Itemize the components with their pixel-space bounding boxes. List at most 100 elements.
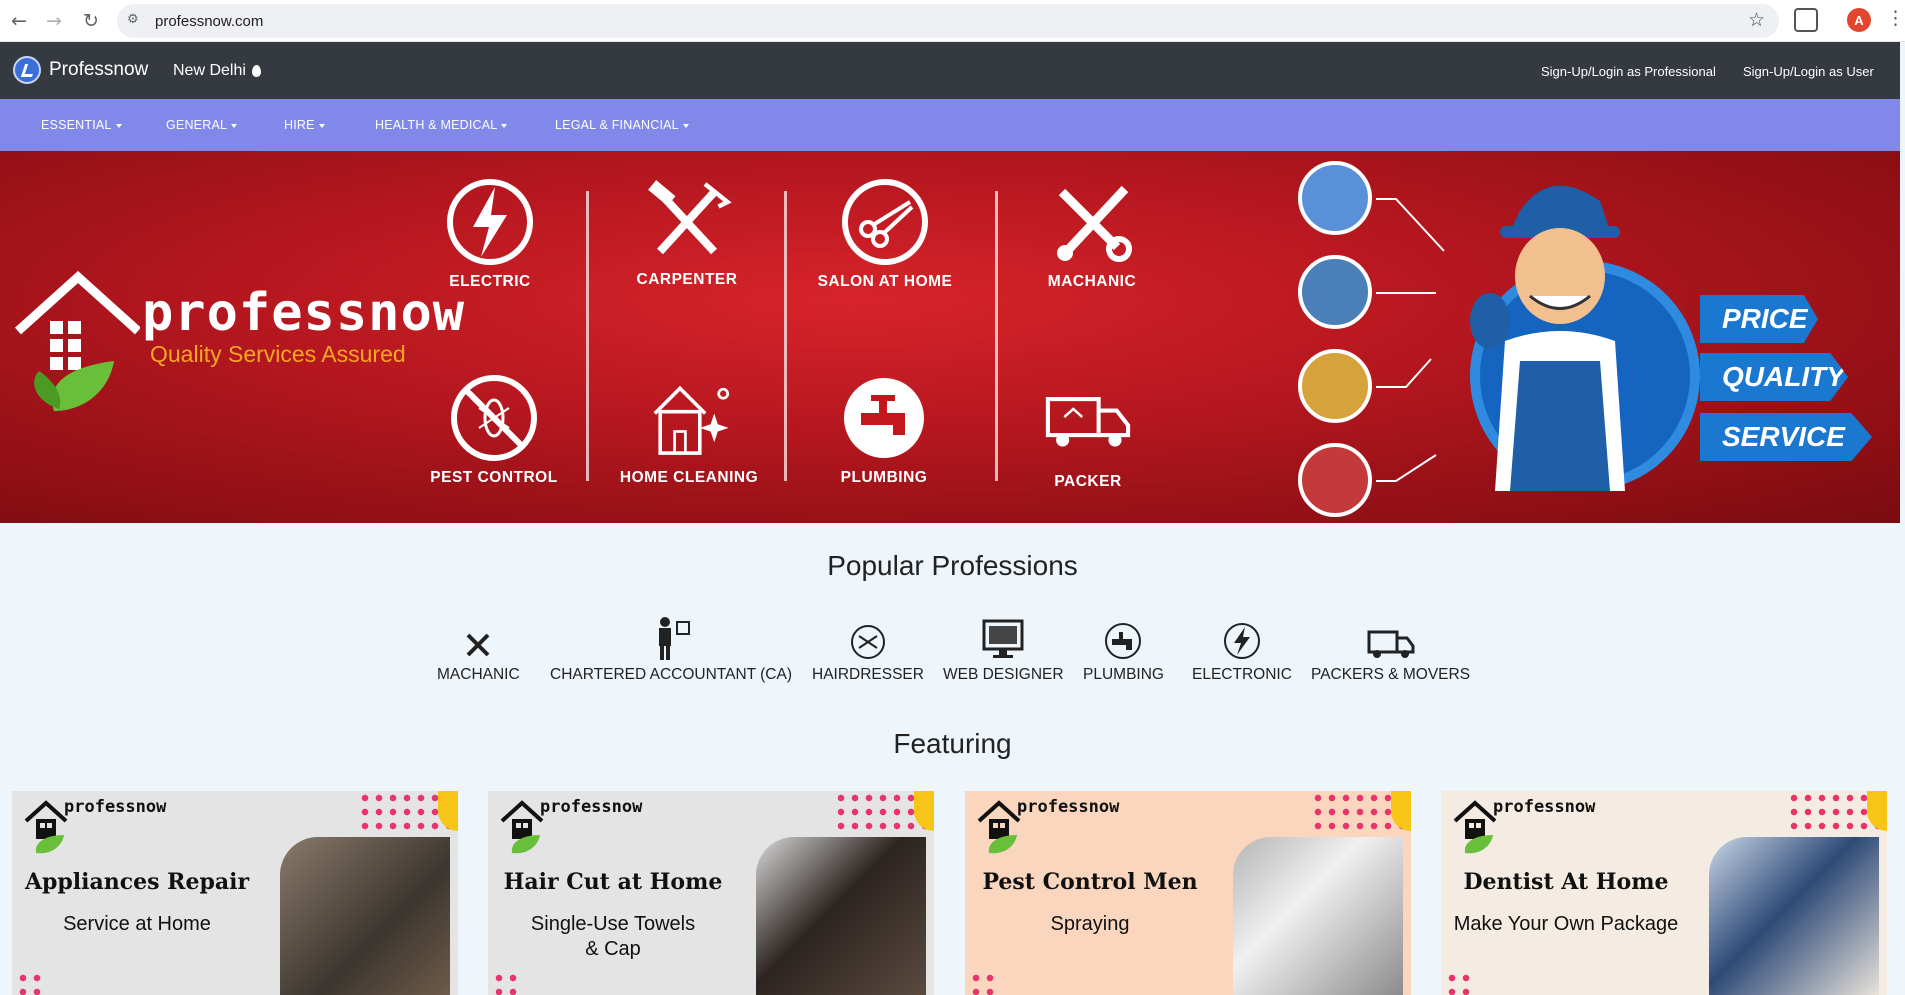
card-brand: professnow bbox=[64, 797, 167, 817]
service-label: CARPENTER bbox=[636, 271, 738, 288]
worker-avatar bbox=[1298, 349, 1372, 423]
bookmark-star-icon[interactable]: ☆ bbox=[1748, 9, 1765, 31]
feature-card-pest-control[interactable]: professnow Pest Control Men Spraying bbox=[965, 791, 1411, 995]
card-brand: professnow bbox=[1017, 797, 1120, 817]
nav-label: HIRE bbox=[284, 118, 315, 132]
divider bbox=[784, 191, 787, 481]
tap-icon bbox=[844, 378, 924, 458]
profession-label: CHARTERED ACCOUNTANT (CA) bbox=[550, 666, 792, 683]
browser-menu-icon[interactable]: ⋮ bbox=[1886, 7, 1905, 29]
card-brand: professnow bbox=[1493, 797, 1596, 817]
worker-avatar bbox=[1298, 161, 1372, 235]
url-text[interactable]: professnow.com bbox=[155, 13, 263, 30]
city-label: New Delhi bbox=[173, 62, 246, 79]
service-label: PACKER bbox=[1054, 473, 1122, 490]
profession-packers-movers[interactable]: PACKERS & MOVERS bbox=[1311, 620, 1470, 684]
back-icon[interactable]: ← bbox=[6, 8, 32, 34]
nav-hire[interactable]: HIRE bbox=[284, 118, 325, 132]
card-title: Appliances Repair bbox=[24, 869, 250, 895]
card-subtitle: Make Your Own Package bbox=[1453, 913, 1679, 935]
profession-label: PLUMBING bbox=[1083, 666, 1164, 683]
card-title: Hair Cut at Home bbox=[503, 869, 723, 895]
site-brand[interactable]: Professnow bbox=[13, 56, 148, 84]
location-selector[interactable]: New Delhi bbox=[173, 62, 261, 80]
dot-pattern bbox=[492, 971, 522, 995]
card-photo bbox=[1709, 837, 1879, 995]
profession-label: PACKERS & MOVERS bbox=[1311, 666, 1471, 683]
reload-icon[interactable]: ↻ bbox=[78, 8, 104, 34]
feature-card-dentist[interactable]: professnow Dentist At Home Make Your Own… bbox=[1441, 791, 1887, 995]
nav-general[interactable]: GENERAL bbox=[166, 118, 238, 132]
popular-title: Popular Professions bbox=[827, 550, 1078, 581]
site-header: Professnow New Delhi Sign-Up/Login as Pr… bbox=[0, 42, 1900, 99]
hero-service-packer: PACKER bbox=[998, 377, 1178, 491]
monitor-icon bbox=[982, 619, 1024, 658]
hero-service-home-cleaning: HOME CLEANING bbox=[599, 373, 779, 487]
nav-label: GENERAL bbox=[166, 118, 228, 132]
hero-banner[interactable]: professnow Quality Services Assured ELEC… bbox=[0, 151, 1900, 523]
service-label: ELECTRIC bbox=[449, 273, 531, 290]
hero-service-pest-control: PEST CONTROL bbox=[404, 373, 584, 487]
truck-icon bbox=[1045, 397, 1131, 447]
service-label: SALON AT HOME bbox=[817, 273, 953, 290]
forward-icon[interactable]: → bbox=[41, 8, 67, 34]
badge-service: SERVICE bbox=[1700, 413, 1872, 461]
feature-card-appliances[interactable]: professnow Appliances Repair Service at … bbox=[12, 791, 458, 995]
badge-quality: QUALITY bbox=[1700, 353, 1848, 401]
profession-electronic[interactable]: ELECTRONIC bbox=[1192, 620, 1292, 684]
browser-toolbar: ← → ↻ ⚙ professnow.com ☆ A ⋮ bbox=[0, 0, 1905, 42]
scissors-icon bbox=[850, 625, 885, 659]
nav-label: ESSENTIAL bbox=[41, 118, 112, 132]
worker-avatar bbox=[1298, 443, 1372, 517]
hero-service-plumbing: PLUMBING bbox=[794, 373, 974, 487]
profession-web-designer[interactable]: WEB DESIGNER bbox=[943, 618, 1064, 684]
nav-label: LEGAL & FINANCIAL bbox=[555, 118, 679, 132]
featuring-title: Featuring bbox=[893, 728, 1012, 759]
card-photo bbox=[756, 837, 926, 995]
dot-pattern bbox=[16, 971, 46, 995]
mascot-icon bbox=[1470, 185, 1625, 491]
profession-label: MACHANIC bbox=[437, 666, 520, 683]
category-nav: ESSENTIAL GENERAL HIRE HEALTH & MEDICAL … bbox=[0, 99, 1900, 151]
caret-down-icon bbox=[318, 123, 325, 128]
accountant-icon bbox=[659, 617, 690, 660]
badge-price: PRICE bbox=[1700, 295, 1818, 343]
profile-avatar[interactable]: A bbox=[1847, 8, 1871, 32]
sparkle-house-icon bbox=[653, 385, 730, 455]
caret-down-icon bbox=[682, 123, 689, 128]
house-leaf-icon bbox=[14, 271, 140, 411]
card-brand: professnow bbox=[540, 797, 643, 817]
card-subtitle: Single-Use Towels & Cap bbox=[530, 913, 696, 960]
nav-legal-financial[interactable]: LEGAL & FINANCIAL bbox=[555, 118, 689, 132]
caret-down-icon bbox=[115, 123, 122, 128]
caret-down-icon bbox=[231, 123, 238, 128]
truck-icon bbox=[1367, 630, 1415, 658]
hammer-saw-icon bbox=[648, 180, 732, 255]
login-professional-link[interactable]: Sign-Up/Login as Professional bbox=[1541, 64, 1716, 79]
card-subtitle: Spraying bbox=[1050, 913, 1130, 935]
address-bar[interactable]: ⚙ professnow.com ☆ bbox=[117, 4, 1779, 38]
hero-service-carpenter: CARPENTER bbox=[597, 175, 777, 289]
worker-avatar bbox=[1298, 255, 1372, 329]
nav-essential[interactable]: ESSENTIAL bbox=[41, 118, 122, 132]
service-label: PLUMBING bbox=[840, 469, 928, 486]
login-user-link[interactable]: Sign-Up/Login as User bbox=[1743, 64, 1874, 79]
service-label: MACHANIC bbox=[1047, 273, 1137, 290]
extensions-icon[interactable] bbox=[1794, 8, 1818, 32]
card-title: Dentist At Home bbox=[1463, 869, 1669, 895]
mosquito-icon bbox=[451, 375, 537, 461]
profession-hairdresser[interactable]: HAIRDRESSER bbox=[812, 620, 924, 684]
profession-plumbing[interactable]: PLUMBING bbox=[1083, 620, 1164, 684]
service-label: PEST CONTROL bbox=[430, 469, 558, 486]
dot-pattern bbox=[969, 971, 999, 995]
site-settings-icon[interactable]: ⚙ bbox=[127, 12, 145, 30]
profession-label: HAIRDRESSER bbox=[812, 666, 924, 683]
wrench-screwdriver-icon bbox=[1057, 185, 1132, 262]
profession-chartered-accountant[interactable]: CHARTERED ACCOUNTANT (CA) bbox=[550, 616, 792, 684]
profession-machanic[interactable]: MACHANIC bbox=[437, 620, 520, 684]
feature-card-haircut[interactable]: professnow Hair Cut at Home Single-Use T… bbox=[488, 791, 934, 995]
nav-health-medical[interactable]: HEALTH & MEDICAL bbox=[375, 118, 508, 132]
brand-logo-icon bbox=[13, 56, 41, 84]
hero-service-salon: SALON AT HOME bbox=[795, 177, 975, 291]
hero-service-machanic: MACHANIC bbox=[1002, 177, 1182, 291]
